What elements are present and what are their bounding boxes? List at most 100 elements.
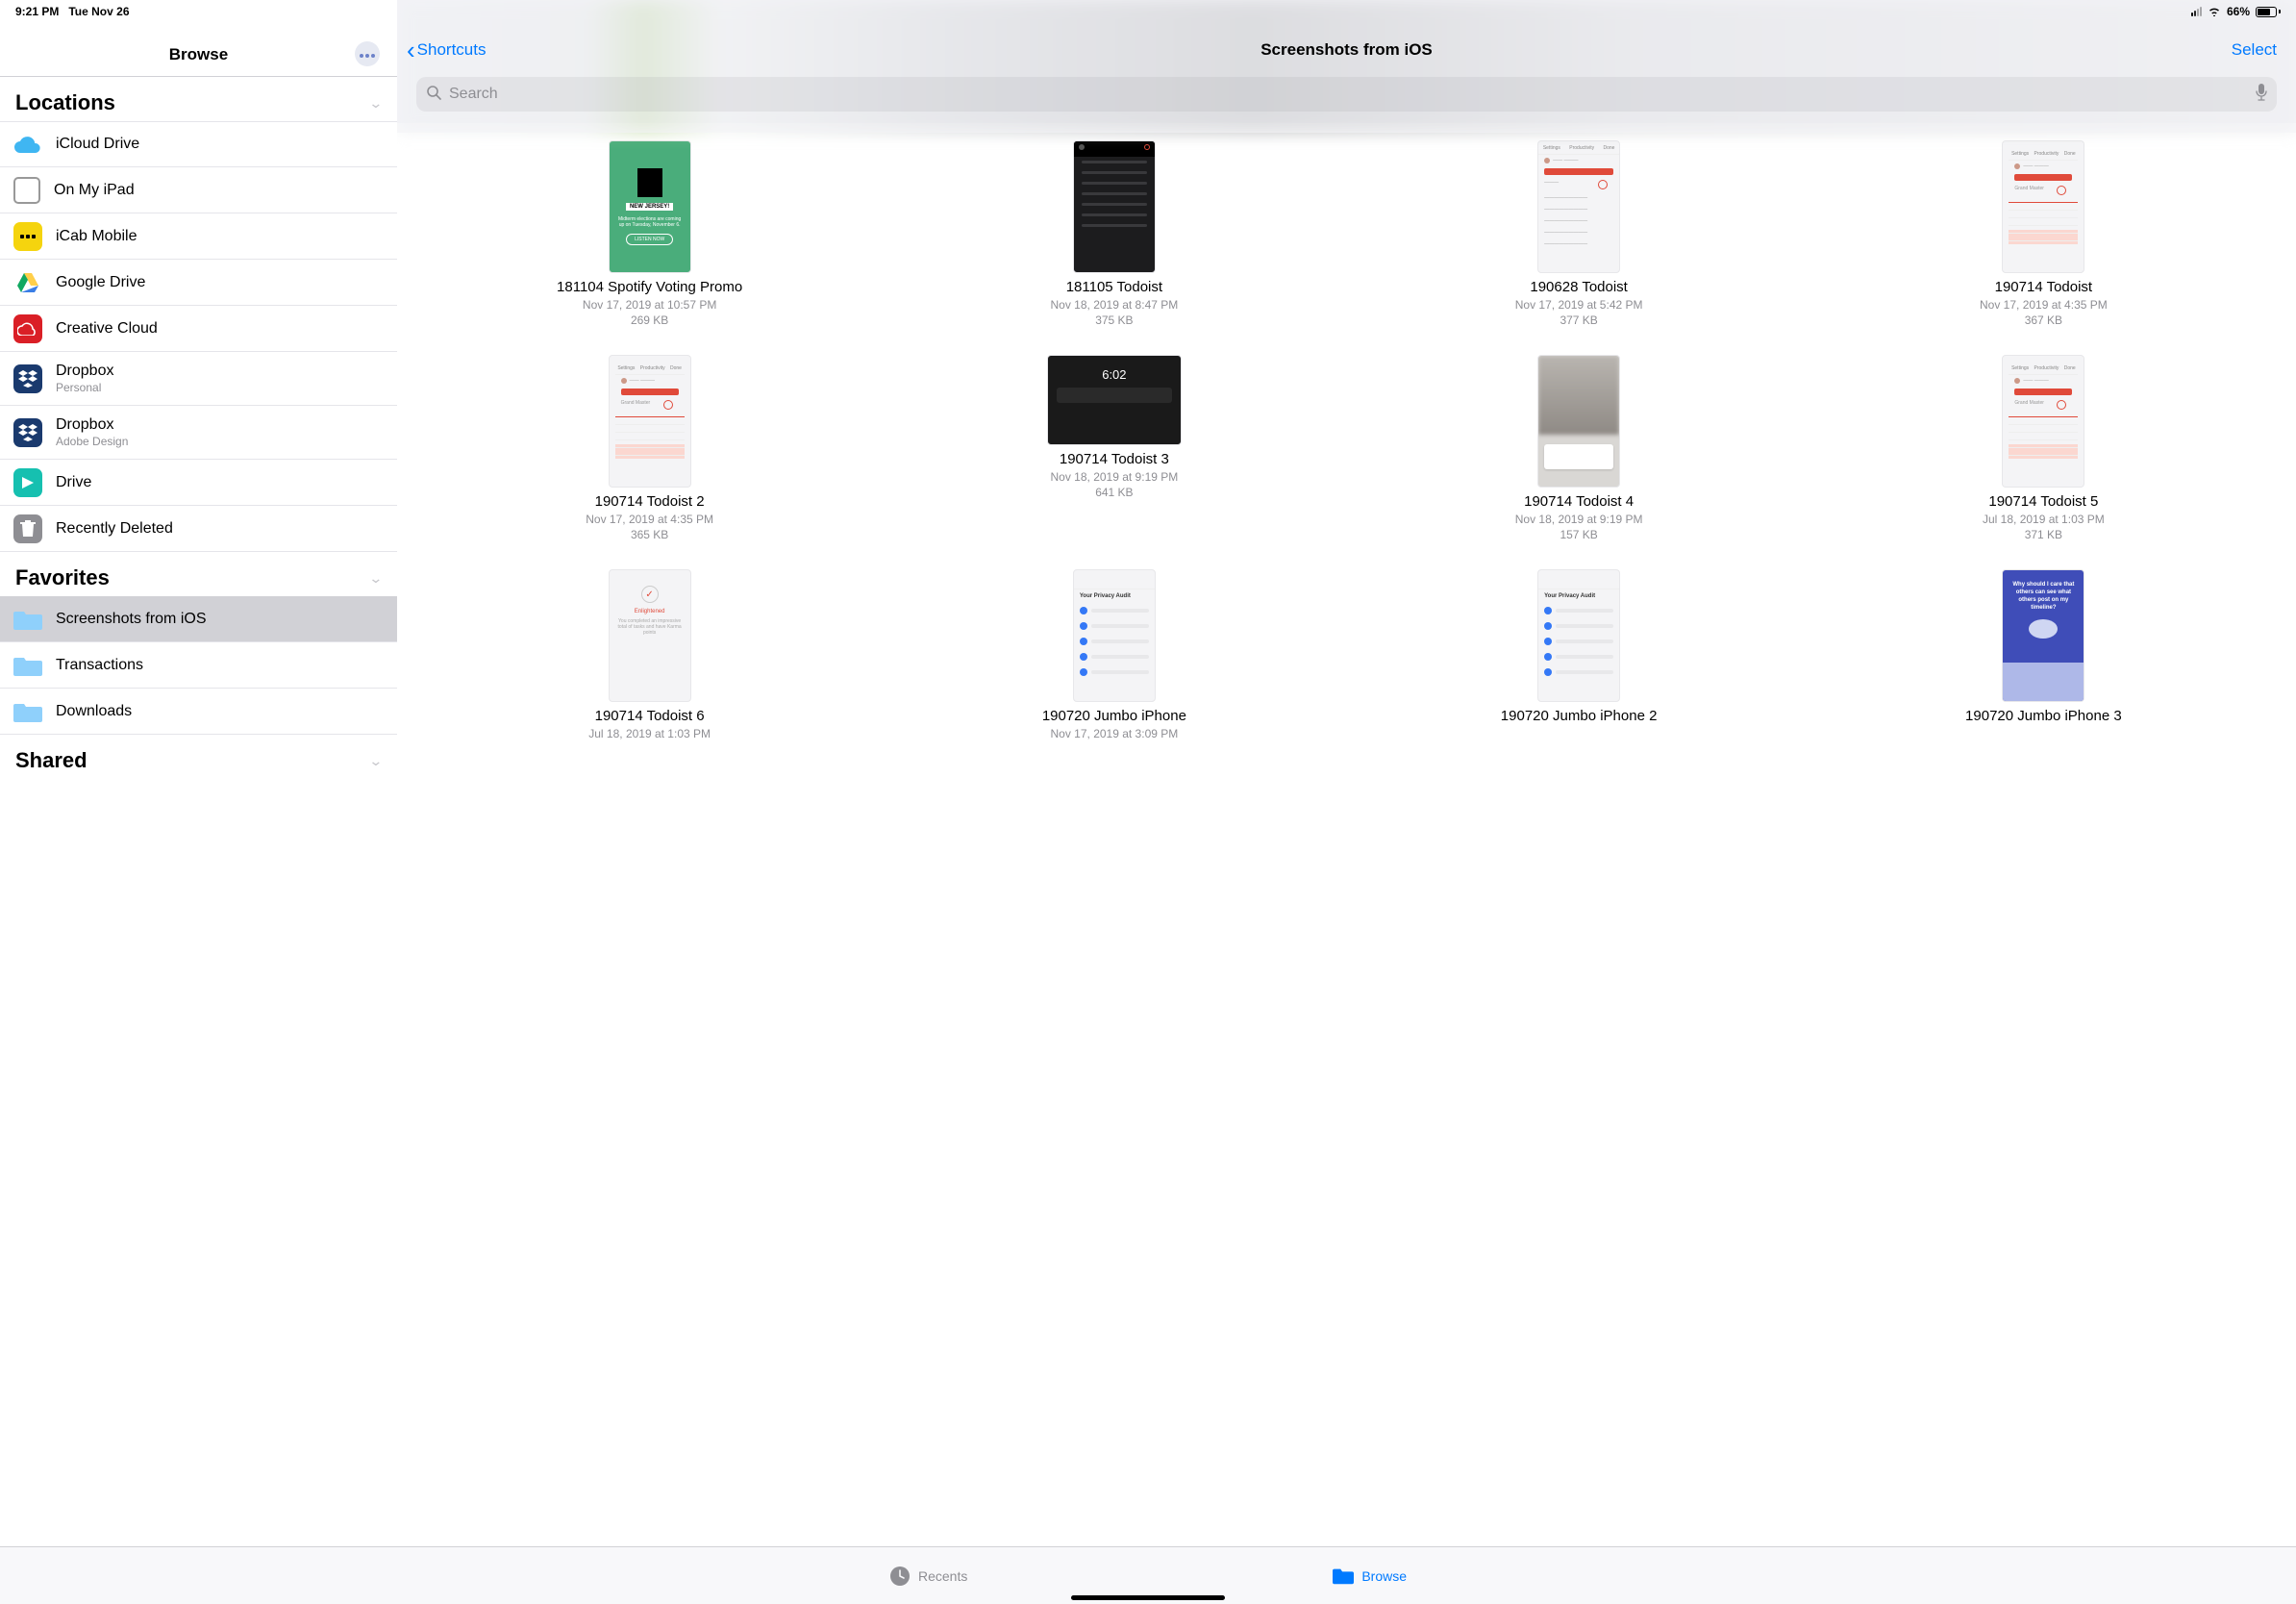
item-label: Screenshots from iOS [56,611,207,628]
location-dropbox-personal[interactable]: DropboxPersonal [0,352,397,406]
item-label: On My iPad [54,182,135,199]
file-item[interactable]: 181105 TodoistNov 18, 2019 at 8:47 PM375… [890,140,1337,328]
folder-icon [1333,1566,1354,1587]
chevron-down-icon: ⌄ [369,753,384,769]
item-label: Transactions [56,657,143,674]
microphone-icon[interactable] [2256,84,2267,106]
location-drive[interactable]: Drive [0,460,397,506]
file-item[interactable]: Why should I care that others can see wh… [1820,569,2267,741]
search-input[interactable] [447,85,2250,104]
file-item[interactable]: 6:02190714 Todoist 3Nov 18, 2019 at 9:19… [890,355,1337,542]
file-size: 269 KB [631,313,668,328]
favorite-downloads[interactable]: Downloads [0,689,397,735]
file-name: 190714 Todoist 5 [1988,493,2098,512]
location-on-my-ipad[interactable]: On My iPad [0,167,397,213]
tab-label: Browse [1361,1568,1407,1584]
file-date: Jul 18, 2019 at 1:03 PM [1983,512,2105,527]
tab-recents[interactable]: Recents [889,1566,967,1587]
file-name: 190720 Jumbo iPhone 2 [1501,708,1658,726]
search-icon [426,85,441,105]
file-item[interactable]: ✓EnlightenedYou completed an impressive … [426,569,873,741]
ellipsis-icon [359,45,376,63]
file-date: Nov 17, 2019 at 4:35 PM [1980,297,2108,313]
file-item[interactable]: SettingsProductivityDone—— —————————————… [1356,140,1803,328]
icloud-icon [13,130,42,159]
home-indicator [1071,1595,1225,1600]
file-size: 365 KB [631,527,668,542]
page-title: Screenshots from iOS [397,40,2296,60]
ipad-icon [13,177,40,204]
google-drive-icon [13,268,42,297]
item-sublabel: Adobe Design [56,435,128,448]
chevron-down-icon: ⌄ [369,570,384,587]
item-label: Recently Deleted [56,520,173,538]
folder-icon [13,654,42,677]
file-name: 190714 Todoist [1995,279,2092,297]
item-label: iCab Mobile [56,228,137,245]
back-label: Shortcuts [417,40,487,60]
item-label: Drive [56,474,91,491]
location-dropbox-adobe[interactable]: DropboxAdobe Design [0,406,397,460]
file-name: 190720 Jumbo iPhone [1042,708,1186,726]
file-size: 371 KB [2025,527,2062,542]
file-item[interactable]: 190714 Todoist 4Nov 18, 2019 at 9:19 PM1… [1356,355,1803,542]
file-date: Nov 17, 2019 at 10:57 PM [583,297,716,313]
file-name: 190720 Jumbo iPhone 3 [1965,708,2122,726]
icab-icon [13,222,42,251]
section-label: Favorites [15,565,110,590]
favorite-screenshots-from-ios[interactable]: Screenshots from iOS [0,596,397,642]
chevron-left-icon: ‹ [407,38,415,63]
main-nav: ‹ Shortcuts Screenshots from iOS Select [397,23,2296,77]
section-header-locations[interactable]: Locations ⌄ [0,77,397,121]
item-label: Downloads [56,703,132,720]
sidebar-title: Browse [169,45,228,64]
tab-browse[interactable]: Browse [1333,1566,1407,1587]
location-recently-deleted[interactable]: Recently Deleted [0,506,397,552]
file-item[interactable]: Your Privacy Audit190720 Jumbo iPhone 2 [1356,569,1803,741]
section-header-shared[interactable]: Shared ⌄ [0,735,397,779]
item-label: iCloud Drive [56,136,139,153]
file-date: Nov 18, 2019 at 9:19 PM [1515,512,1643,527]
file-name: 190714 Todoist 2 [595,493,705,512]
cellular-icon [2191,7,2202,16]
file-date: Nov 18, 2019 at 9:19 PM [1051,469,1179,485]
item-sublabel: Personal [56,381,113,394]
location-creative-cloud[interactable]: Creative Cloud [0,306,397,352]
favorite-transactions[interactable]: Transactions [0,642,397,689]
dropbox-icon [13,418,42,447]
item-label: Google Drive [56,274,145,291]
drive-icon [13,468,42,497]
item-label: Dropbox [56,416,128,434]
file-grid[interactable]: NEW JERSEY!Midterm elections are coming … [397,123,2296,1604]
select-button[interactable]: Select [2232,40,2277,60]
location-icab-mobile[interactable]: iCab Mobile [0,213,397,260]
more-button[interactable] [355,41,380,66]
battery-icon [2256,7,2281,17]
file-date: Jul 18, 2019 at 1:03 PM [588,726,711,741]
search-field[interactable] [416,77,2277,112]
section-header-favorites[interactable]: Favorites ⌄ [0,552,397,596]
file-item[interactable]: SettingsProductivityDone—— ———Grand Mast… [426,355,873,542]
folder-icon [13,700,42,723]
sidebar: Browse Locations ⌄ iCloud Drive On My iP… [0,0,397,1604]
item-label: Dropbox [56,363,113,380]
location-icloud-drive[interactable]: iCloud Drive [0,121,397,167]
wifi-icon [2208,7,2221,16]
status-bar: 9:21 PM Tue Nov 26 66% [0,0,2296,23]
file-name: 190714 Todoist 6 [595,708,705,726]
section-label: Locations [15,90,115,115]
creative-cloud-icon [13,314,42,343]
file-date: Nov 17, 2019 at 4:35 PM [586,512,713,527]
clock-icon [889,1566,911,1587]
file-size: 375 KB [1095,313,1133,328]
file-item[interactable]: SettingsProductivityDone—— ———Grand Mast… [1820,140,2267,328]
location-google-drive[interactable]: Google Drive [0,260,397,306]
trash-icon [13,514,42,543]
folder-icon [13,608,42,631]
file-item[interactable]: NEW JERSEY!Midterm elections are coming … [426,140,873,328]
tab-label: Recents [918,1568,967,1584]
back-button[interactable]: ‹ Shortcuts [407,38,486,63]
file-name: 181104 Spotify Voting Promo [557,279,742,297]
file-item[interactable]: Your Privacy Audit190720 Jumbo iPhoneNov… [890,569,1337,741]
file-item[interactable]: SettingsProductivityDone—— ———Grand Mast… [1820,355,2267,542]
